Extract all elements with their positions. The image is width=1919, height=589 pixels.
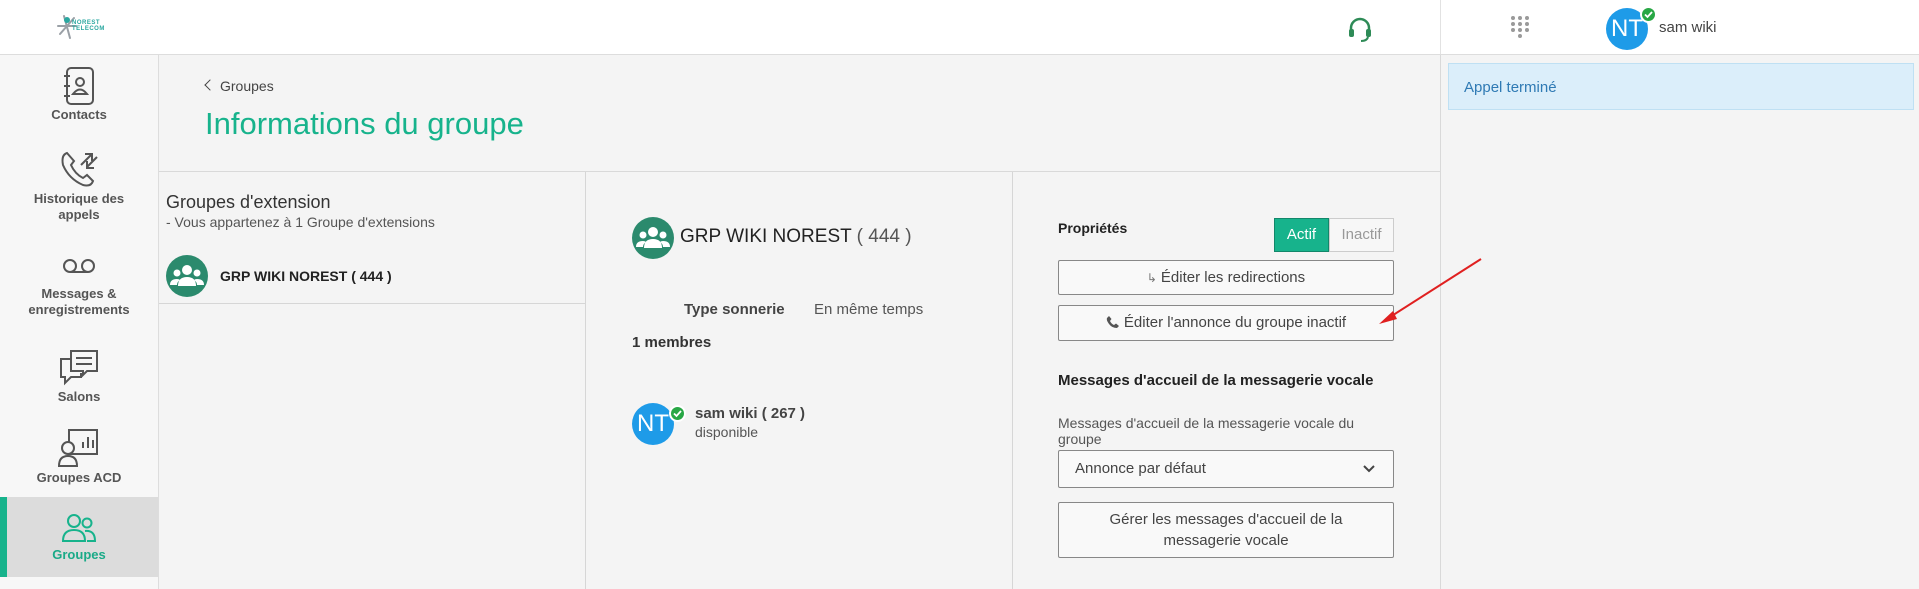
group-number: ( 444 ) bbox=[856, 226, 912, 247]
header-divider bbox=[159, 171, 1440, 172]
sidebar-item-label: Salons bbox=[57, 389, 101, 404]
edit-inactive-announcement-button[interactable]: Éditer l'annonce du groupe inactif bbox=[1058, 305, 1394, 341]
edit-redirections-label: Éditer les redirections bbox=[1160, 269, 1306, 286]
contacts-book-icon bbox=[64, 67, 94, 105]
user-name[interactable]: sam wiki bbox=[1659, 19, 1717, 36]
topbar-separator bbox=[1440, 0, 1441, 54]
chat-rooms-icon bbox=[60, 350, 98, 386]
voicemail-icon bbox=[63, 259, 95, 273]
voicemail-greeting-value: Annonce par défaut bbox=[1075, 460, 1206, 477]
group-icon[interactable] bbox=[166, 255, 208, 297]
logo-text: NOREST TELECOM bbox=[72, 20, 105, 32]
member-name: sam wiki ( 267 ) bbox=[695, 405, 806, 422]
sidebar-item-contacts[interactable]: Contacts bbox=[0, 65, 158, 123]
sidebar-item-label: Contacts bbox=[51, 107, 107, 122]
sidebar-item-messages[interactable]: Messages & enregistrements bbox=[0, 252, 158, 318]
acd-groups-icon bbox=[57, 429, 98, 467]
chevron-left-icon bbox=[204, 79, 216, 91]
list-divider bbox=[159, 303, 585, 304]
online-status-icon bbox=[669, 405, 686, 422]
active-toggle-button[interactable]: Actif bbox=[1274, 218, 1329, 252]
group-name-text: GRP WIKI NOREST bbox=[680, 226, 852, 247]
breadcrumb[interactable]: Groupes bbox=[204, 78, 274, 94]
sidebar-item-label: Groupes bbox=[52, 547, 106, 562]
voicemail-field-label: Messages d'accueil de la messagerie voca… bbox=[1058, 415, 1355, 447]
notification-text: Appel terminé bbox=[1464, 79, 1557, 96]
member-status: disponible bbox=[695, 424, 759, 440]
dialpad-icon[interactable] bbox=[1508, 14, 1532, 40]
headset-icon[interactable] bbox=[1345, 14, 1375, 44]
sidebar-item-salons[interactable]: Salons bbox=[0, 347, 158, 405]
call-forward-icon: ↳ bbox=[1146, 271, 1157, 285]
page-title: Informations du groupe bbox=[205, 106, 524, 141]
group-name: GRP WIKI NOREST ( 444 ) bbox=[680, 226, 912, 248]
call-history-icon bbox=[61, 151, 98, 187]
sidebar-item-groupes[interactable]: Groupes bbox=[0, 497, 158, 577]
sidebar-item-label: Historique des appels bbox=[33, 191, 125, 222]
sidebar-item-historique[interactable]: Historique des appels bbox=[0, 147, 158, 223]
groups-icon bbox=[61, 514, 97, 542]
members-count: 1 membres bbox=[632, 334, 712, 351]
extension-groups-subtitle: - Vous appartenez à 1 Groupe d'extension… bbox=[166, 214, 435, 230]
ring-type-value: En même temps bbox=[814, 301, 924, 318]
voicemail-section-title: Messages d'accueil de la messagerie voca… bbox=[1058, 372, 1374, 389]
edit-redirections-button[interactable]: ↳ Éditer les redirections bbox=[1058, 260, 1394, 295]
sidebar-item-groupes-acd[interactable]: Groupes ACD bbox=[0, 426, 158, 486]
active-nav-indicator bbox=[0, 497, 7, 577]
online-status-icon bbox=[1640, 6, 1657, 23]
member-avatar: NT bbox=[632, 403, 674, 445]
edit-announcement-label: Éditer l'annonce du groupe inactif bbox=[1123, 314, 1347, 331]
group-icon bbox=[632, 217, 674, 259]
manage-voicemail-greetings-button[interactable]: Gérer les messages d'accueil de la messa… bbox=[1058, 502, 1394, 558]
properties-label: Propriétés bbox=[1058, 220, 1128, 236]
extension-group-item[interactable]: GRP WIKI NOREST ( 444 ) bbox=[220, 268, 392, 284]
phone-icon bbox=[1106, 316, 1119, 328]
inactive-toggle-button[interactable]: Inactif bbox=[1329, 218, 1394, 252]
extension-groups-title: Groupes d'extension bbox=[166, 192, 331, 212]
breadcrumb-label: Groupes bbox=[220, 78, 274, 94]
sidebar-item-label: Messages & enregistrements bbox=[28, 286, 130, 317]
column-divider bbox=[585, 172, 586, 589]
column-divider bbox=[1012, 172, 1013, 589]
chevron-down-icon bbox=[1363, 465, 1375, 473]
sidebar: Contacts Historique des appels Messages … bbox=[0, 55, 159, 589]
ring-type-label: Type sonnerie bbox=[684, 301, 785, 318]
annotation-arrow bbox=[1379, 258, 1482, 324]
sidebar-item-label: Groupes ACD bbox=[36, 470, 122, 485]
